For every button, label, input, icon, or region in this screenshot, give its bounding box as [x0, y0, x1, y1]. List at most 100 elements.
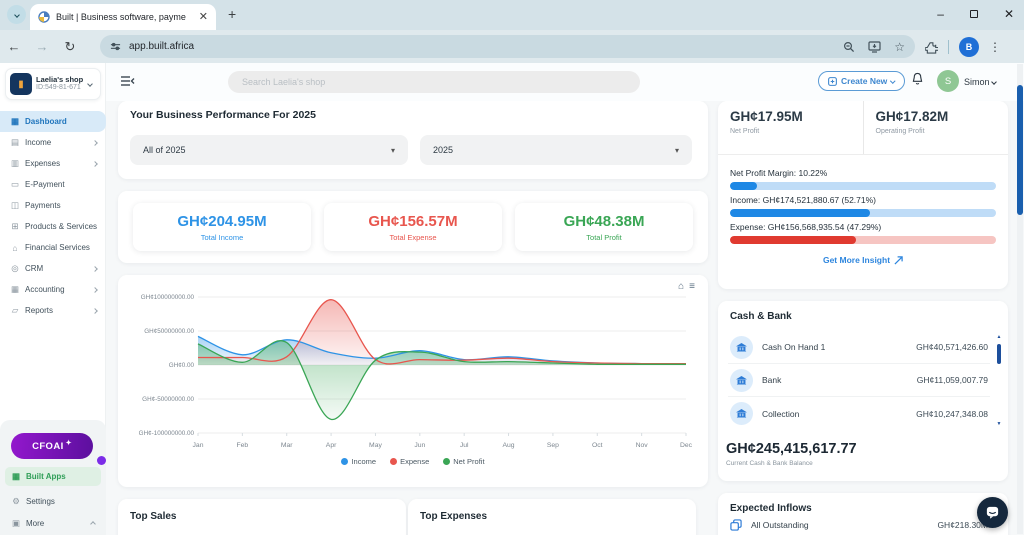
browser-menu-icon[interactable]: ⋮ — [989, 40, 1001, 54]
back-button[interactable]: ← — [0, 39, 28, 54]
cfoai-button[interactable]: CFOAI ✦ — [11, 433, 93, 459]
install-app-icon[interactable] — [868, 40, 881, 53]
search-input[interactable] — [228, 71, 640, 93]
address-bar[interactable]: app.built.africa ☆ — [100, 35, 915, 58]
sidebar: ▮ Laelia's shop ID:549-81-671 ▦ Dashboard… — [0, 63, 106, 535]
chevron-down-icon: ▾ — [390, 145, 395, 155]
sidebar-item-epayment[interactable]: ▭ E-Payment — [0, 174, 106, 195]
sidebar-item-label: Dashboard — [25, 117, 67, 126]
expected-inflow-row[interactable]: All Outstanding GH¢218.30M — [730, 519, 988, 531]
window-close-button[interactable]: ✕ — [1004, 8, 1014, 20]
reload-button[interactable]: ↻ — [56, 39, 84, 55]
income-bar-label: Income: GH¢174,521,880.67 (52.71%) — [730, 195, 877, 205]
zoom-icon[interactable] — [843, 41, 855, 53]
payments-icon: ◫ — [10, 200, 20, 210]
chevron-down-icon — [87, 81, 94, 87]
new-tab-button[interactable]: + — [228, 6, 236, 22]
year-select[interactable]: 2025 ▾ — [420, 135, 692, 165]
sidebar-item-settings[interactable]: ⚙ Settings — [5, 492, 101, 511]
accounting-icon: ▦ — [10, 284, 20, 294]
sidebar-item-expenses[interactable]: ▥ Expenses — [0, 153, 106, 174]
performance-filter-card: Your Business Performance For 2025 All o… — [118, 101, 708, 179]
legend-item[interactable]: Income — [341, 457, 376, 466]
chat-widget-button[interactable] — [977, 497, 1008, 528]
chevron-down-icon — [13, 11, 20, 18]
page-scrollbar[interactable] — [1017, 64, 1023, 534]
bank-icon — [730, 368, 753, 392]
crm-icon: ◎ — [11, 263, 19, 273]
svg-text:Jul: Jul — [460, 442, 469, 449]
cash-account-row[interactable]: Collection GH¢10,247,348.08 — [728, 397, 990, 430]
shop-switcher[interactable]: ▮ Laelia's shop ID:549-81-671 — [5, 68, 101, 100]
user-avatar[interactable]: S — [937, 70, 959, 92]
scrollbar-thumb[interactable] — [997, 344, 1001, 364]
products-icon: ⊞ — [11, 221, 19, 231]
expense-bar-fill — [730, 236, 856, 244]
notifications-button[interactable] — [911, 72, 924, 91]
sidebar-item-label: Expenses — [25, 159, 61, 168]
user-name[interactable]: Simon — [964, 77, 990, 87]
svg-text:Apr: Apr — [326, 442, 337, 449]
sidebar-item-payments[interactable]: ◫ Payments — [0, 195, 106, 216]
cash-account-row[interactable]: Cash On Hand 1 GH¢40,571,426.60 — [728, 331, 990, 364]
window-maximize-button[interactable] — [969, 10, 978, 18]
chevron-down-icon[interactable] — [991, 79, 997, 85]
cash-bank-title: Cash & Bank — [730, 311, 792, 322]
legend-item[interactable]: Expense — [390, 457, 429, 466]
sidebar-item-financial-services[interactable]: ⌂ Financial Services — [0, 237, 106, 258]
tab-close-icon[interactable]: ✕ — [199, 11, 208, 23]
get-more-insight-link[interactable]: Get More Insight — [730, 255, 996, 265]
financial-services-icon: ⌂ — [12, 242, 18, 253]
sidebar-item-reports[interactable]: ▱ Reports — [0, 300, 106, 321]
cash-account-row[interactable]: Bank GH¢11,059,007.79 — [728, 364, 990, 397]
scroll-down-icon[interactable]: ▼ — [997, 422, 1002, 427]
sidebar-item-built-apps[interactable]: ▦ Built Apps — [5, 467, 101, 486]
extensions-icon[interactable] — [925, 41, 938, 54]
sidebar-item-label: Financial Services — [25, 243, 90, 252]
sidebar-item-crm[interactable]: ◎ CRM — [0, 258, 106, 279]
bookmark-star-icon[interactable]: ☆ — [894, 40, 905, 54]
performance-chart: GH¢100000000.00 GH¢50000000.00 GH¢0.00 GH¢-… — [118, 287, 696, 455]
insight-icon — [894, 255, 903, 265]
collapse-sidebar-icon[interactable] — [120, 75, 135, 87]
bell-icon — [912, 72, 923, 85]
sidebar-item-accounting[interactable]: ▦ Accounting — [0, 279, 106, 300]
expense-bar-label: Expense: GH¢156,568,935.54 (47.29%) — [730, 222, 882, 232]
bank-icon — [730, 402, 753, 425]
sidebar-item-products-services[interactable]: ⊞ Products & Services — [0, 216, 106, 237]
tab-search-button[interactable] — [7, 5, 26, 24]
net-profit-value: GH¢17.95M — [730, 109, 803, 124]
browser-tab[interactable]: Built | Business software, payme ✕ — [30, 4, 216, 30]
account-name: Bank — [762, 375, 782, 385]
window-minimize-button[interactable]: – — [937, 8, 944, 20]
legend-item[interactable]: Net Profit — [443, 457, 485, 466]
cash-bank-total-block: GH¢245,415,617.77 Current Cash & Bank Ba… — [726, 441, 857, 467]
scroll-up-icon[interactable]: ▲ — [997, 335, 1002, 340]
site-settings-icon[interactable] — [110, 41, 121, 52]
dashboard-icon: ▦ — [10, 116, 20, 126]
browser-profile-avatar[interactable]: B — [959, 37, 979, 57]
svg-text:Aug: Aug — [502, 442, 514, 449]
app-window: ▮ Laelia's shop ID:549-81-671 ▦ Dashboard… — [0, 63, 1024, 535]
sidebar-item-more[interactable]: ▣ More — [5, 514, 101, 533]
cash-list-scrollbar[interactable]: ▲ ▼ — [996, 335, 1002, 427]
period-select[interactable]: All of 2025 ▾ — [130, 135, 408, 165]
sidebar-item-income[interactable]: ▤ Income — [0, 132, 106, 153]
sidebar-nav: ▦ Dashboard ▤ Income ▥ Expenses ▭ E-Payment … — [0, 111, 106, 321]
account-name: Cash On Hand 1 — [762, 342, 826, 352]
operating-profit-value: GH¢17.82M — [875, 109, 949, 124]
notification-dot — [97, 456, 106, 465]
profit-summary-card: GH¢17.95M Net Profit GH¢17.82M Operating… — [718, 101, 1008, 289]
page-scrollbar-thumb[interactable] — [1017, 85, 1023, 215]
chevron-right-icon — [92, 265, 98, 272]
total-expense-value: GH¢156.57M — [368, 212, 458, 230]
period-select-value: All of 2025 — [143, 145, 186, 155]
copy-icon — [730, 519, 742, 531]
chevron-down-icon — [890, 78, 896, 84]
get-more-insight-label: Get More Insight — [822, 255, 891, 265]
sidebar-item-dashboard[interactable]: ▦ Dashboard — [0, 111, 106, 132]
forward-button[interactable]: → — [28, 39, 56, 54]
shop-name: Laelia's shop — [36, 74, 84, 84]
chevron-right-icon — [92, 139, 98, 146]
create-new-button[interactable]: Create New — [818, 71, 905, 91]
